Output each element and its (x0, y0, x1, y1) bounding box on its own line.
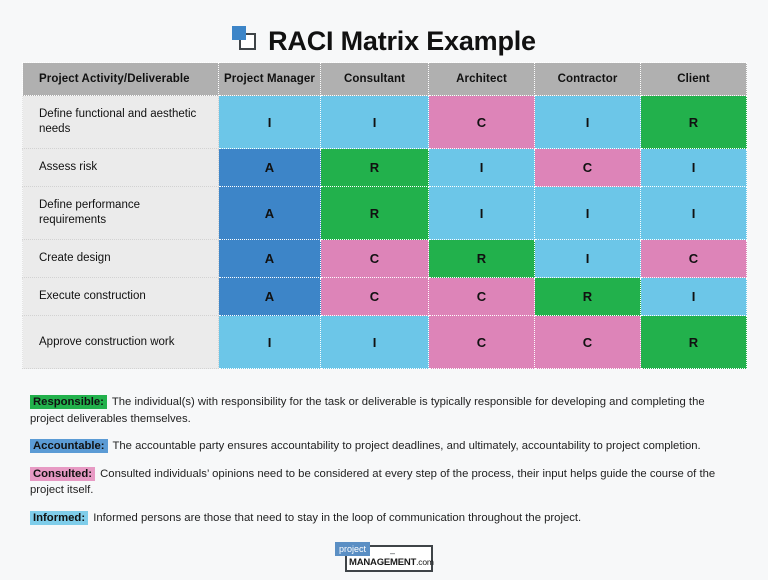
matrix-cell-client: I (640, 277, 747, 316)
column-header-client: Client (640, 62, 747, 96)
logo-project-text: project (335, 542, 371, 557)
matrix-cell-consultant: R (320, 186, 429, 240)
matrix-cell-project-manager: A (218, 277, 321, 316)
matrix-cell-consultant: I (320, 95, 429, 149)
legend-tag-r: Responsible: (30, 395, 107, 410)
matrix-cell-consultant: I (320, 315, 429, 369)
table-row: Assess risk A R I C I (22, 148, 747, 187)
raci-matrix-table: Project Activity/Deliverable Project Man… (22, 62, 747, 369)
matrix-cell-contractor: I (534, 95, 641, 149)
legend-item-a: Accountable: The accountable party ensur… (30, 438, 738, 454)
row-label-activity: Define performance requirements (22, 186, 219, 240)
matrix-cell-contractor: I (534, 239, 641, 278)
matrix-cell-architect: C (428, 315, 535, 369)
page-title: RACI Matrix Example (268, 25, 536, 56)
row-label-activity: Define functional and aesthetic needs (22, 95, 219, 149)
row-label-activity: Create design (22, 239, 219, 278)
column-header-project-manager: Project Manager (218, 62, 321, 96)
legend-item-c: Consulted: Consulted individuals’ opinio… (30, 466, 738, 499)
matrix-cell-architect: I (428, 186, 535, 240)
logo-dotcom: .com (416, 557, 434, 568)
matrix-cell-consultant: C (320, 239, 429, 278)
legend-tag-c: Consulted: (30, 467, 95, 482)
legend-text-i: Informed persons are those that need to … (93, 512, 582, 525)
row-label-activity: Approve construction work (22, 315, 219, 369)
column-header-architect: Architect (428, 62, 535, 96)
legend-text-a: The accountable party ensures accountabi… (112, 440, 701, 453)
matrix-cell-architect: R (428, 239, 535, 278)
matrix-cell-project-manager: I (218, 315, 321, 369)
column-header-contractor: Contractor (534, 62, 641, 96)
matrix-cell-project-manager: I (218, 95, 321, 149)
column-header-consultant: Consultant (320, 62, 429, 96)
matrix-cell-project-manager: A (218, 239, 321, 278)
overlapping-squares-icon (232, 26, 258, 52)
row-label-activity: Assess risk (22, 148, 219, 187)
raci-matrix-page: RACI Matrix Example Project Activity/Del… (0, 0, 768, 580)
table-row: Approve construction work I I C C R (22, 315, 747, 369)
matrix-cell-consultant: C (320, 277, 429, 316)
project-management-logo[interactable]: project – MANAGEMENT.com (335, 542, 434, 573)
legend-item-i: Informed: Informed persons are those tha… (30, 510, 738, 526)
raci-legend: Responsible: The individual(s) with resp… (0, 369, 768, 526)
matrix-cell-contractor: R (534, 277, 641, 316)
matrix-cell-client: R (640, 315, 747, 369)
matrix-cell-contractor: C (534, 315, 641, 369)
matrix-cell-contractor: C (534, 148, 641, 187)
table-row: Define functional and aesthetic needs I I C… (22, 95, 747, 149)
legend-tag-a: Accountable: (30, 439, 108, 454)
matrix-cell-architect: C (428, 277, 535, 316)
matrix-header-row: Project Activity/Deliverable Project Man… (22, 62, 747, 96)
table-row: Execute construction A C C R I (22, 277, 747, 316)
page-header: RACI Matrix Example (0, 0, 768, 62)
matrix-cell-architect: I (428, 148, 535, 187)
matrix-body: Define functional and aesthetic needs I I C… (22, 95, 747, 369)
matrix-cell-client: C (640, 239, 747, 278)
matrix-cell-client: I (640, 186, 747, 240)
legend-text-r: The individual(s) with responsibility fo… (30, 396, 705, 425)
table-row: Define performance requirements A R I I I (22, 186, 747, 240)
column-header-activity: Project Activity/Deliverable (22, 62, 219, 96)
matrix-cell-contractor: I (534, 186, 641, 240)
matrix-cell-client: R (640, 95, 747, 149)
matrix-container: Project Activity/Deliverable Project Man… (0, 62, 768, 369)
logo-management-text: MANAGEMENT.com (349, 557, 434, 568)
matrix-cell-project-manager: A (218, 148, 321, 187)
matrix-cell-project-manager: A (218, 186, 321, 240)
logo-management-word: MANAGEMENT (349, 557, 417, 569)
footer: project – MANAGEMENT.com (0, 536, 768, 573)
table-row: Create design A C R I C (22, 239, 747, 278)
matrix-cell-consultant: R (320, 148, 429, 187)
matrix-cell-client: I (640, 148, 747, 187)
legend-tag-i: Informed: (30, 511, 89, 526)
legend-item-r: Responsible: The individual(s) with resp… (30, 394, 738, 427)
legend-text-c: Consulted individuals’ opinions need to … (30, 468, 716, 497)
row-label-activity: Execute construction (22, 277, 219, 316)
matrix-cell-architect: C (428, 95, 535, 149)
